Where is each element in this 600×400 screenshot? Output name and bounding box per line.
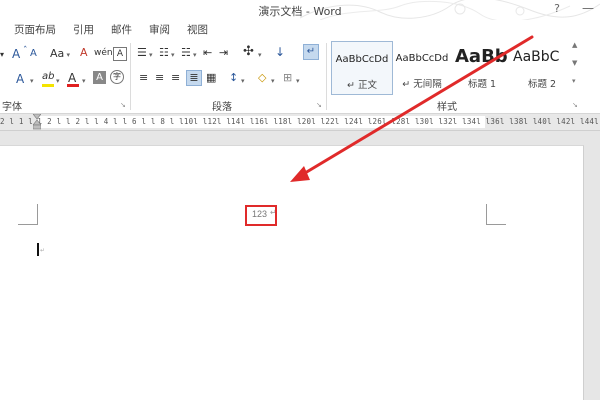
sort-icon[interactable]: ↓ [275,45,285,59]
paragraph-group-label: 段落 [212,102,232,113]
bullets-icon[interactable]: ☰ [137,46,147,60]
styles-dialog-launcher-icon[interactable]: ↘ [572,101,578,109]
distributed-icon[interactable]: ▦ [206,71,216,85]
chinese-layout-icon[interactable]: ✣ [243,45,254,59]
ribbon-tabs: 页面布局 引用 邮件 审阅 视图 [0,20,600,39]
style-heading-2[interactable]: AaBbC 标题 2 [511,41,573,95]
tab-view[interactable]: 视图 [187,22,208,37]
style-name: ↵ 无间隔 [402,79,442,90]
indent-marker-icon[interactable] [33,114,41,130]
crop-mark [18,224,38,225]
bullets-dropdown-icon[interactable]: ▾ [149,48,153,62]
multilevel-dropdown-icon[interactable]: ▾ [193,48,197,62]
style-sample: AaBbCcDd [395,53,449,64]
crop-mark [486,224,506,225]
style-heading-1[interactable]: AaBb 标题 1 [451,41,513,95]
title-bar: 演示文档 - Word ? — [0,0,600,20]
style-no-spacing[interactable]: AaBbCcDd ↵ 无间隔 [391,41,453,95]
text-effect-icon[interactable]: A [16,72,24,86]
crop-mark [37,204,38,224]
line-spacing-dropdown-icon[interactable]: ▾ [241,74,245,88]
style-name: 标题 2 [527,79,557,90]
highlight-color-bar [42,84,54,87]
phonetic-guide-icon[interactable]: wén [94,46,113,60]
text-effect-dropdown-icon[interactable]: ▾ [30,74,34,88]
styles-gallery: AaBbCcDd ↵ 正文 AaBbCcDd ↵ 无间隔 AaBb 标题 1 A… [331,41,571,96]
change-case-dropdown-icon: ▾ [64,51,71,59]
style-sample: AaBbCcDd [335,54,389,65]
gallery-up-icon[interactable]: ▲ [572,41,577,49]
tab-references[interactable]: 引用 [73,22,94,37]
window-title: 演示文档 - Word [258,5,342,18]
char-border-icon[interactable]: A [113,47,127,61]
decrease-indent-icon[interactable]: ⇤ [203,46,212,60]
paragraph-dialog-launcher-icon[interactable]: ↘ [316,101,322,109]
enclose-char-icon[interactable]: 字 [110,70,124,84]
highlight-box [245,205,277,226]
highlight-dropdown-icon[interactable]: ▾ [56,74,60,88]
paragraph-mark: ↵ [40,247,46,254]
group-separator [130,43,131,110]
ruler-ticks: 2 l 1 l l 2 l l 2 l l 4 l l 6 l l 8 l l1… [0,117,600,126]
tab-page-layout[interactable]: 页面布局 [14,22,56,37]
font-group-label: 字体 [2,102,22,113]
document-area: 123 ↵ ↵ [0,131,600,400]
increase-indent-icon[interactable]: ⇥ [219,46,228,60]
numbering-dropdown-icon[interactable]: ▾ [171,48,175,62]
grow-font-caret: ˆ [23,46,28,56]
gallery-down-icon[interactable]: ▼ [572,59,577,67]
multilevel-list-icon[interactable]: ☵ [181,46,191,60]
chinese-layout-dropdown-icon[interactable]: ▾ [258,48,262,62]
styles-group-label: 样式 [437,102,457,113]
style-name: 标题 1 [467,79,497,90]
gallery-more-icon[interactable]: ▾ [572,77,576,85]
font-color-icon[interactable]: A [68,71,76,85]
help-icon[interactable]: ? [554,2,560,15]
borders-icon[interactable]: ⊞ [283,71,292,85]
horizontal-ruler[interactable]: 2 l 1 l l 2 l l 2 l l 4 l l 6 l l 8 l l1… [0,114,600,131]
style-sample: AaBb [455,46,508,67]
justify-icon[interactable]: ≣ [186,70,202,86]
font-color-bar [67,84,79,87]
ribbon: ▾ A ˆ A Aa ▾ A wén A A ▾ ab ▾ A ▾ A 字 字体… [0,39,600,114]
char-shading-icon[interactable]: A [93,71,106,84]
change-case-label: Aa [50,47,65,60]
highlight-icon[interactable]: ab [42,70,54,84]
minimize-button[interactable]: — [582,1,594,15]
tab-mailings[interactable]: 邮件 [111,22,132,37]
text-cursor [37,243,39,256]
line-spacing-icon[interactable]: ↕ [229,71,238,85]
clear-format-icon[interactable]: A [80,46,88,60]
font-size-dropdown-arrow[interactable]: ▾ [0,48,4,62]
align-left-icon[interactable]: ≡ [139,71,148,85]
show-marks-icon[interactable]: ↵ [303,44,319,60]
tab-review[interactable]: 审阅 [149,22,170,37]
gallery-scroll: ▲ ▼ ▾ [572,41,580,96]
style-normal[interactable]: AaBbCcDd ↵ 正文 [331,41,393,95]
shading-icon[interactable]: ◇ [258,71,266,85]
shrink-font-icon[interactable]: A [30,47,37,61]
font-color-dropdown-icon[interactable]: ▾ [82,74,86,88]
numbering-icon[interactable]: ☷ [159,46,169,60]
grow-font-icon[interactable]: A [12,47,20,61]
font-dialog-launcher-icon[interactable]: ↘ [120,101,126,109]
crop-mark [486,204,487,224]
document-page[interactable]: 123 ↵ ↵ [0,145,584,400]
align-right-icon[interactable]: ≡ [171,71,180,85]
shading-dropdown-icon[interactable]: ▾ [271,74,275,88]
align-center-icon[interactable]: ≡ [155,71,164,85]
group-separator [326,43,327,110]
borders-dropdown-icon[interactable]: ▾ [296,74,300,88]
style-name: ↵ 正文 [347,80,377,91]
change-case-button[interactable]: Aa ▾ [50,47,70,62]
style-sample: AaBbC [513,49,560,65]
